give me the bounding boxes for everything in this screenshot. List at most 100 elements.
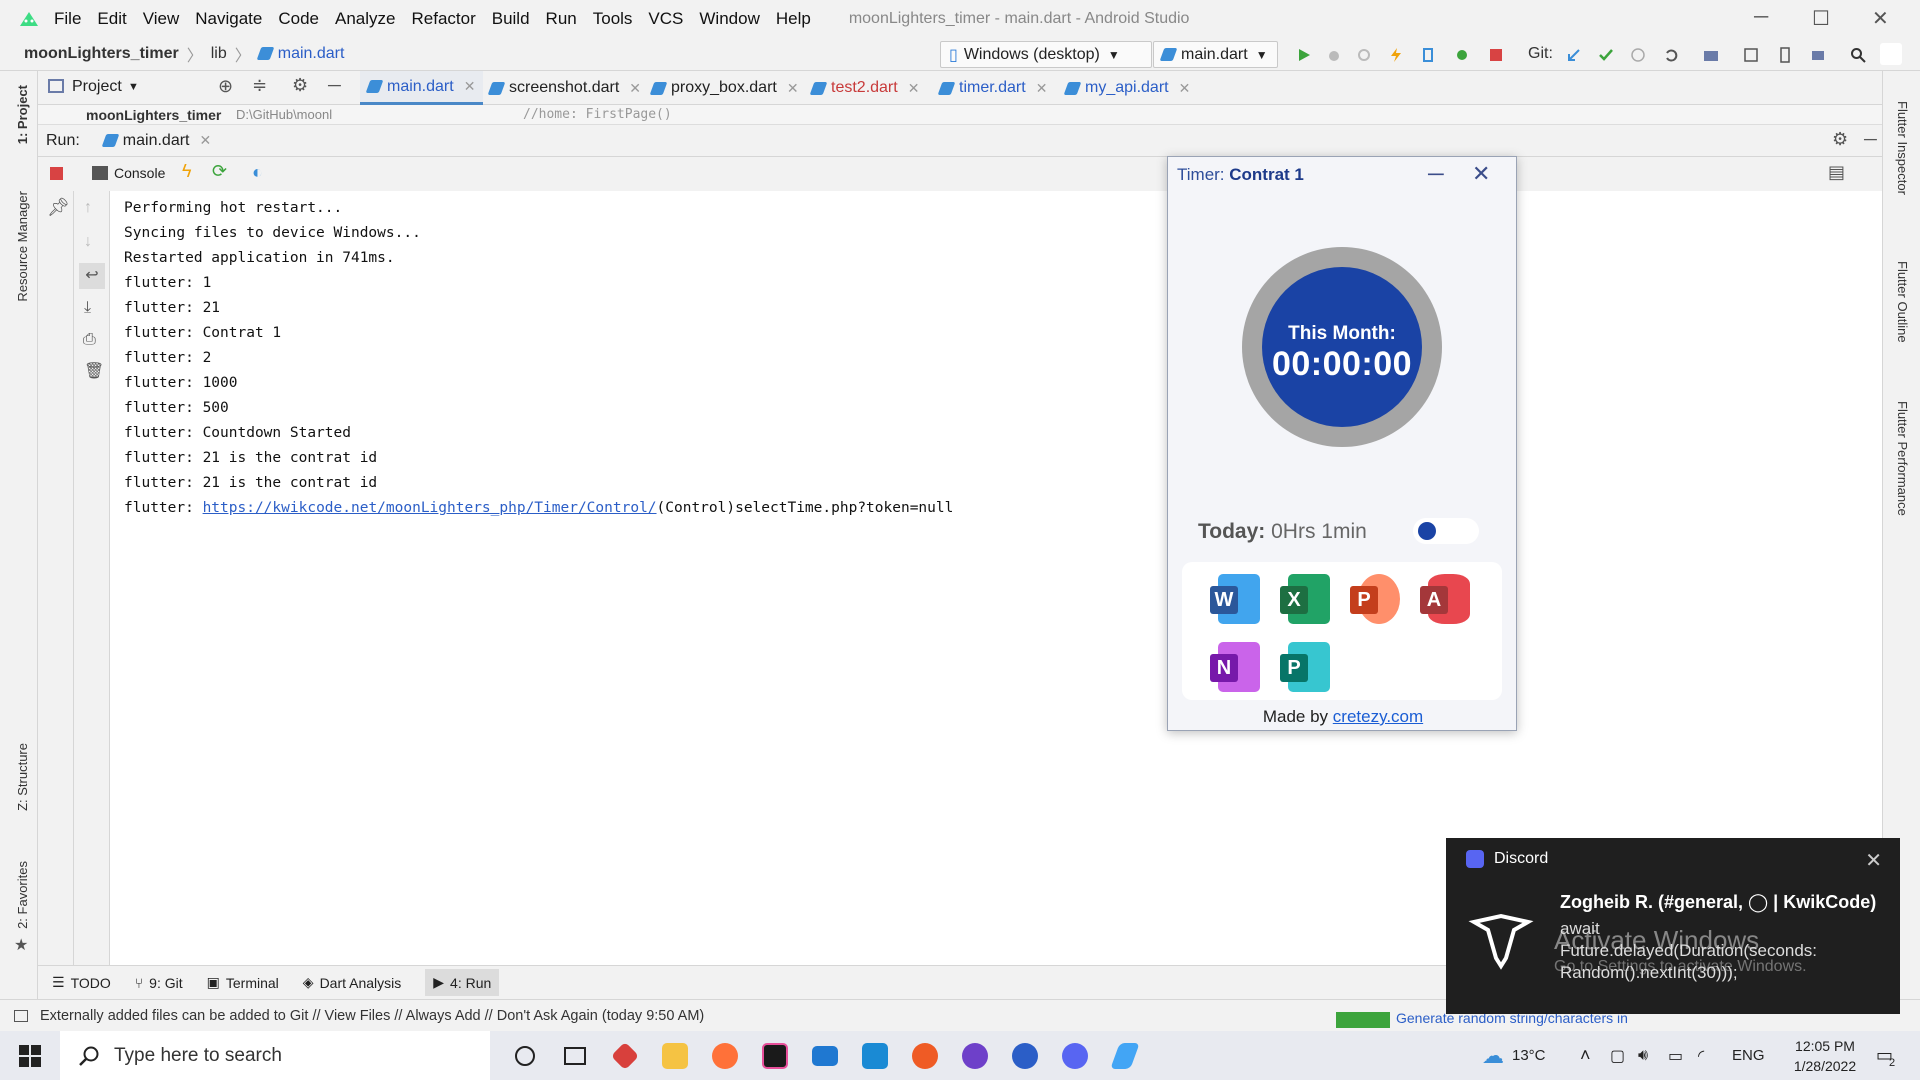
close-tab-icon[interactable]: ✕ xyxy=(200,132,212,149)
breadcrumb-folder[interactable]: lib xyxy=(211,45,227,63)
arrow-up-icon[interactable]: ↑ xyxy=(84,199,92,217)
menu-refactor[interactable]: Refactor xyxy=(411,9,475,29)
postman-icon[interactable] xyxy=(900,1031,950,1080)
git-client-icon[interactable] xyxy=(600,1031,650,1080)
stop-icon[interactable] xyxy=(1488,47,1504,63)
month-timer-button[interactable]: This Month: 00:00:00 xyxy=(1262,267,1422,427)
battery-icon[interactable]: ▭ xyxy=(1668,1031,1683,1080)
minimize-window-icon[interactable]: ─ xyxy=(1754,6,1768,29)
console-url-link[interactable]: https://kwikcode.net/moonLighters_php/Ti… xyxy=(203,500,657,516)
tab-screenshot-dart[interactable]: screenshot.dart ✕ xyxy=(482,71,649,105)
tool-tab-flutter-outline[interactable]: Flutter Outline xyxy=(1895,261,1910,343)
mail-icon[interactable] xyxy=(800,1031,850,1080)
pin-icon[interactable]: 📌︎ xyxy=(47,197,70,218)
console-tab[interactable]: Console xyxy=(114,165,165,181)
hot-reload-icon[interactable]: ϟ xyxy=(182,161,192,182)
tab-proxy-box-dart[interactable]: proxy_box.dart ✕ xyxy=(644,71,807,105)
cortana-icon[interactable] xyxy=(500,1031,550,1080)
menu-navigate[interactable]: Navigate xyxy=(195,9,262,29)
layout-icon[interactable]: ▤ xyxy=(1828,162,1845,183)
minimize-window-icon[interactable]: ─ xyxy=(1428,161,1444,187)
wifi-icon[interactable]: ◜ xyxy=(1698,1031,1704,1080)
powerpoint-icon[interactable]: P xyxy=(1350,574,1404,624)
excel-icon[interactable]: X xyxy=(1280,574,1334,624)
file-explorer-icon[interactable] xyxy=(650,1031,700,1080)
discord-app-icon[interactable] xyxy=(1050,1031,1100,1080)
tool-tab-git[interactable]: ⑂ 9: Git xyxy=(135,975,183,991)
close-tab-icon[interactable]: ✕ xyxy=(1179,80,1191,97)
devtools-icon[interactable]: ◐ xyxy=(252,162,263,183)
git-commit-icon[interactable] xyxy=(1598,47,1614,63)
notification-center-icon[interactable]: ▭ 2 xyxy=(1876,1031,1895,1080)
search-icon[interactable] xyxy=(1850,47,1866,63)
git-history-icon[interactable] xyxy=(1630,47,1646,63)
intellij-icon[interactable] xyxy=(750,1031,800,1080)
menu-file[interactable]: File xyxy=(54,9,81,29)
tool-tab-favorites[interactable]: 2: Favorites xyxy=(15,861,30,929)
close-window-icon[interactable]: ✕ xyxy=(1472,161,1490,187)
tool-tab-todo[interactable]: ☰ TODO xyxy=(52,974,111,991)
tool-tab-dart-analysis[interactable]: ◈ Dart Analysis xyxy=(303,974,401,991)
flutter-app-icon[interactable] xyxy=(1100,1031,1150,1080)
hot-restart-icon[interactable]: ⟳ xyxy=(212,161,227,182)
menu-view[interactable]: View xyxy=(143,9,180,29)
git-rollback-icon[interactable] xyxy=(1663,47,1679,63)
hide-panel-icon[interactable]: ─ xyxy=(1864,129,1877,150)
breadcrumb-file[interactable]: main.dart xyxy=(278,45,345,63)
menu-run[interactable]: Run xyxy=(546,9,577,29)
publisher-icon[interactable]: P xyxy=(1280,642,1334,692)
avatar[interactable] xyxy=(1880,43,1902,65)
status-panel-icon[interactable] xyxy=(14,1009,28,1022)
menu-tools[interactable]: Tools xyxy=(593,9,633,29)
vscode-icon[interactable] xyxy=(850,1031,900,1080)
close-tab-icon[interactable]: ✕ xyxy=(464,78,476,95)
github-desktop-icon[interactable] xyxy=(950,1031,1000,1080)
taskbar-search[interactable]: Type here to search xyxy=(60,1031,490,1080)
clock[interactable]: 12:05 PM 1/28/2022 xyxy=(1784,1031,1866,1080)
run-config-selector[interactable]: main.dart ▼ xyxy=(1153,41,1278,68)
close-tab-icon[interactable]: ✕ xyxy=(787,80,799,97)
onenote-icon[interactable]: N xyxy=(1210,642,1264,692)
project-structure-icon[interactable] xyxy=(1703,47,1719,63)
word-icon[interactable]: W xyxy=(1210,574,1264,624)
firefox-icon[interactable] xyxy=(700,1031,750,1080)
tool-tab-flutter-performance[interactable]: Flutter Performance xyxy=(1895,401,1910,516)
project-view-selector[interactable]: Project xyxy=(72,78,122,96)
print-icon[interactable]: ⎙ xyxy=(83,331,96,349)
soft-wrap-icon[interactable]: ↩ xyxy=(79,263,105,289)
close-window-icon[interactable]: ✕ xyxy=(1872,6,1889,31)
profile-icon[interactable] xyxy=(1356,47,1372,63)
volume-icon[interactable]: 🔊︎ xyxy=(1638,1031,1648,1080)
weather-widget[interactable]: ☁ 13°C xyxy=(1482,1031,1546,1080)
close-tab-icon[interactable]: ✕ xyxy=(629,80,641,97)
breadcrumb-project[interactable]: moonLighters_timer xyxy=(24,45,179,63)
made-by-link[interactable]: cretezy.com xyxy=(1333,707,1423,726)
menu-help[interactable]: Help xyxy=(776,9,811,29)
hot-reload-icon[interactable] xyxy=(1388,47,1404,63)
maximize-window-icon[interactable]: ☐ xyxy=(1812,6,1830,31)
status-message[interactable]: Externally added files can be added to G… xyxy=(40,1008,704,1024)
debug-icon[interactable] xyxy=(1326,47,1342,63)
locate-icon[interactable]: ⊕ xyxy=(218,76,233,97)
chevron-up-icon[interactable]: ˄ xyxy=(1580,1031,1591,1080)
tracking-toggle[interactable] xyxy=(1413,518,1479,544)
menu-build[interactable]: Build xyxy=(492,9,530,29)
tab-timer-dart[interactable]: timer.dart ✕ xyxy=(932,71,1055,105)
gear-icon[interactable]: ⚙ xyxy=(1832,129,1848,150)
tool-tab-flutter-inspector[interactable]: Flutter Inspector xyxy=(1895,101,1910,195)
sdk-manager-icon[interactable] xyxy=(1743,47,1759,63)
tool-tab-terminal[interactable]: ▣ Terminal xyxy=(207,974,279,991)
start-button[interactable] xyxy=(0,1031,60,1080)
task-view-icon[interactable] xyxy=(550,1031,600,1080)
tab-my-api-dart[interactable]: my_api.dart ✕ xyxy=(1058,71,1198,105)
menu-analyze[interactable]: Analyze xyxy=(335,9,395,29)
menu-window[interactable]: Window xyxy=(699,9,759,29)
run-icon[interactable] xyxy=(1296,47,1312,63)
menu-edit[interactable]: Edit xyxy=(97,9,126,29)
sync-gradle-icon[interactable] xyxy=(1810,47,1826,63)
tool-tab-resource-manager[interactable]: Resource Manager xyxy=(15,191,30,302)
attach-debugger-icon[interactable] xyxy=(1454,47,1470,63)
tab-main-dart[interactable]: main.dart ✕ xyxy=(360,71,484,105)
tool-tab-structure[interactable]: Z: Structure xyxy=(15,743,30,811)
apply-changes-icon[interactable] xyxy=(1420,47,1436,63)
